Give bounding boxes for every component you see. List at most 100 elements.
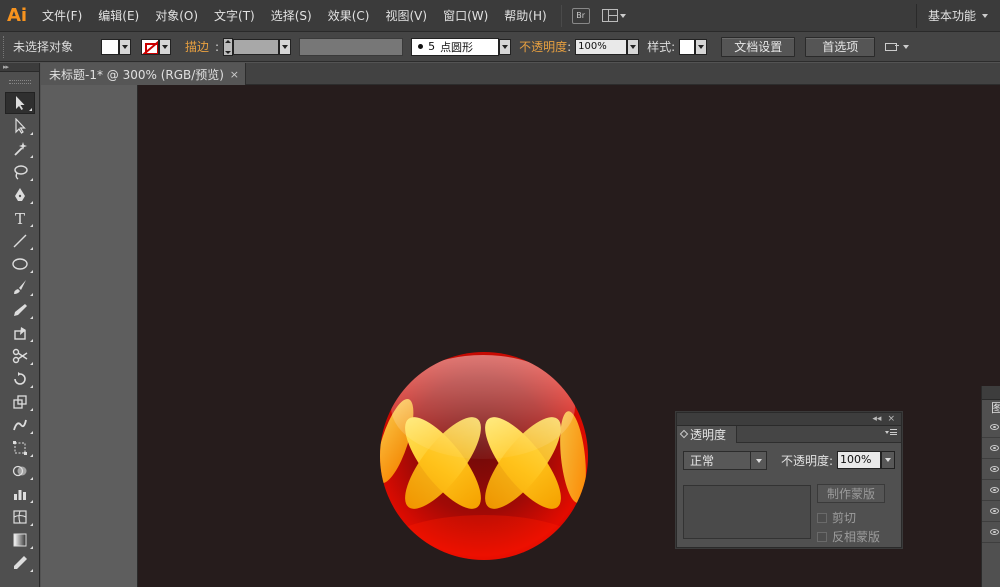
- visibility-eye-icon[interactable]: [990, 487, 999, 493]
- paintbrush-tool-button[interactable]: [5, 276, 35, 298]
- fill-swatch[interactable]: [101, 38, 119, 55]
- fill-dropdown[interactable]: [119, 38, 131, 55]
- stroke-swatch[interactable]: [141, 38, 159, 55]
- direct-selection-tool-icon: [15, 118, 26, 134]
- line-segment-tool-button[interactable]: [5, 230, 35, 252]
- shape-builder-tool-button[interactable]: [5, 460, 35, 482]
- chevron-down-icon: [885, 430, 889, 434]
- variable-width-profile[interactable]: [299, 37, 404, 56]
- document-tab[interactable]: 未标题-1* @ 300% (RGB/预览) ×: [41, 63, 246, 85]
- rotate-tool-button[interactable]: [5, 368, 35, 390]
- lasso-tool-button[interactable]: [5, 161, 35, 183]
- layers-panel-titlebar[interactable]: [982, 386, 1000, 400]
- bridge-button[interactable]: Br: [571, 7, 590, 24]
- transparency-panel: ◂◂ × 透明度 正常 不透明度: 100% 制作蒙版 剪切 反相蒙版: [676, 412, 902, 548]
- stroke-weight-spinner[interactable]: [223, 37, 234, 56]
- workspace-switcher[interactable]: 基本功能: [915, 0, 988, 32]
- stroke-weight-input[interactable]: [233, 38, 280, 55]
- pencil-tool-button[interactable]: [5, 299, 35, 321]
- selection-tool-button[interactable]: [5, 92, 35, 114]
- type-tool-icon: T: [15, 210, 25, 226]
- visibility-eye-icon[interactable]: [990, 529, 999, 535]
- scale-tool-button[interactable]: [5, 391, 35, 413]
- svg-text:T: T: [15, 210, 25, 226]
- brush-definition[interactable]: 5 点圆形: [411, 37, 500, 56]
- control-bar-menu-button[interactable]: [885, 41, 910, 53]
- panel-opacity-input[interactable]: 100%: [837, 451, 882, 469]
- menu-item[interactable]: 对象(O): [147, 0, 206, 32]
- menu-item[interactable]: 视图(V): [377, 0, 435, 32]
- paintbrush-tool-icon: [14, 280, 26, 294]
- stroke-dropdown[interactable]: [159, 38, 171, 55]
- graph-tool-button[interactable]: [5, 483, 35, 505]
- menu-item[interactable]: 窗口(W): [435, 0, 496, 32]
- direct-selection-tool-button[interactable]: [5, 115, 35, 137]
- visibility-eye-icon[interactable]: [990, 508, 999, 514]
- preferences-button[interactable]: 首选项: [805, 36, 876, 57]
- opacity-dropdown[interactable]: [627, 38, 640, 55]
- collapse-icon[interactable]: ◂◂: [872, 414, 881, 424]
- arrange-documents-button[interactable]: [601, 9, 626, 22]
- warp-tool-button[interactable]: [5, 414, 35, 436]
- type-tool-button[interactable]: T: [5, 207, 35, 229]
- mesh-tool-button[interactable]: [5, 506, 35, 528]
- close-icon[interactable]: ×: [230, 68, 239, 81]
- menu-item[interactable]: 文字(T): [206, 0, 263, 32]
- ellipse-tool-button[interactable]: [5, 253, 35, 275]
- panel-opacity-label: 不透明度:: [781, 453, 834, 468]
- panel-menu-button[interactable]: [885, 429, 897, 435]
- eyedropper-tool-icon: [14, 556, 27, 569]
- close-icon[interactable]: ×: [887, 414, 895, 424]
- shape-builder-tool-icon: [12, 465, 27, 477]
- stroke-weight-dropdown[interactable]: [279, 38, 292, 55]
- layer-row[interactable]: [982, 417, 1000, 438]
- arrange-documents-icon: [601, 9, 618, 22]
- menu-item[interactable]: 选择(S): [263, 0, 320, 32]
- menu-item[interactable]: 效果(C): [320, 0, 378, 32]
- magic-wand-tool-button[interactable]: [5, 138, 35, 160]
- tab-transparency[interactable]: 透明度: [677, 425, 738, 443]
- blend-mode-select[interactable]: 正常: [683, 451, 767, 470]
- eyedropper-tool-button[interactable]: [5, 552, 35, 574]
- blob-brush-tool-button[interactable]: [5, 322, 35, 344]
- stroke-label[interactable]: 描边: [171, 38, 215, 55]
- visibility-eye-icon[interactable]: [990, 445, 999, 451]
- scissors-tool-button[interactable]: [5, 345, 35, 367]
- menu-item[interactable]: 编辑(E): [90, 0, 147, 32]
- graphic-style-swatch[interactable]: [679, 38, 696, 55]
- tab-transparency-label: 透明度: [690, 427, 727, 442]
- layer-row[interactable]: [982, 480, 1000, 501]
- opacity-input[interactable]: 100%: [575, 38, 628, 55]
- pasteboard[interactable]: [41, 85, 138, 587]
- visibility-eye-icon[interactable]: [990, 424, 999, 430]
- invert-mask-checkbox[interactable]: [817, 531, 827, 542]
- tool-panel-collapse[interactable]: ▸▸: [0, 63, 39, 72]
- transparency-panel-titlebar[interactable]: ◂◂ ×: [677, 413, 901, 426]
- gradient-tool-button[interactable]: [5, 529, 35, 551]
- panel-opacity-dropdown[interactable]: [881, 451, 896, 469]
- layer-row[interactable]: [982, 522, 1000, 543]
- layer-row[interactable]: [982, 501, 1000, 522]
- brush-dropdown[interactable]: [499, 38, 512, 55]
- layer-row[interactable]: [982, 459, 1000, 480]
- selection-status: 未选择对象: [13, 40, 74, 54]
- chevron-down-icon: [903, 44, 910, 49]
- menu-item[interactable]: 帮助(H): [496, 0, 554, 32]
- opacity-label[interactable]: 不透明度: [511, 38, 567, 55]
- chevron-down-icon: [982, 14, 988, 18]
- document-tab-title: 未标题-1* @ 300% (RGB/预览): [49, 67, 224, 82]
- tool-panel-grip[interactable]: [0, 72, 39, 92]
- menu-item[interactable]: 文件(F): [34, 0, 90, 32]
- make-mask-button[interactable]: 制作蒙版: [817, 484, 885, 503]
- visibility-eye-icon[interactable]: [990, 466, 999, 472]
- clip-option[interactable]: 剪切: [817, 509, 856, 526]
- layer-row[interactable]: [982, 438, 1000, 459]
- graphic-style-dropdown[interactable]: [695, 38, 708, 55]
- free-transform-tool-button[interactable]: [5, 437, 35, 459]
- clip-checkbox[interactable]: [817, 512, 827, 523]
- document-setup-button[interactable]: 文档设置: [721, 36, 796, 57]
- invert-mask-option[interactable]: 反相蒙版: [817, 528, 880, 545]
- pen-tool-button[interactable]: [5, 184, 35, 206]
- tab-layers[interactable]: 图层: [982, 400, 1000, 417]
- artwork-sphere[interactable]: [373, 345, 595, 567]
